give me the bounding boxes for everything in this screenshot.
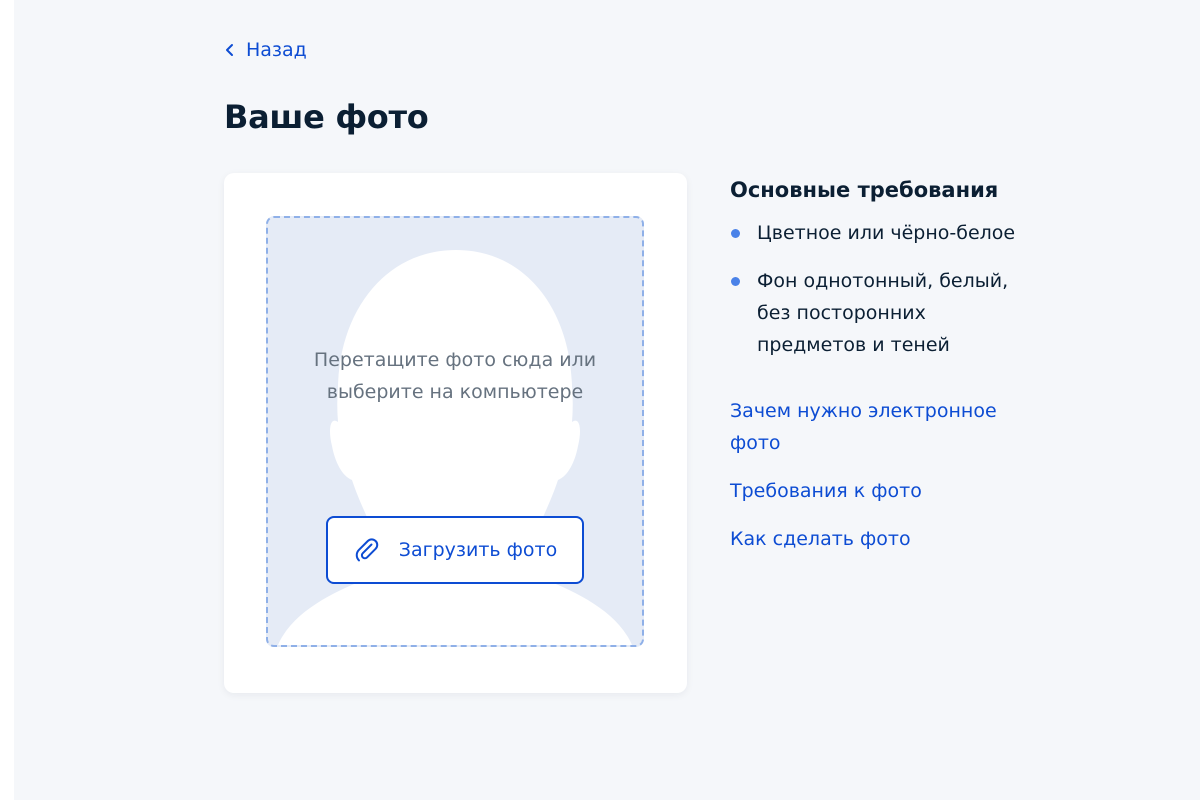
page-title: Ваше фото [224,98,429,136]
dropzone-hint: Перетащите фото сюда или выберите на ком… [268,344,642,408]
dropzone-hint-line-2: выберите на компьютере [326,381,584,403]
paperclip-icon [355,538,379,562]
dropzone-hint-line-1: Перетащите фото сюда или [313,349,597,371]
link-how-to-take-photo[interactable]: Как сделать фото [730,523,1030,555]
requirement-item: Фон однотонный, белый, без посторонних п… [730,265,1027,361]
requirements-list: Цветное или чёрно-белое Фон однотонный, … [730,217,1050,361]
upload-photo-button-label: Загрузить фото [398,539,558,561]
chevron-left-icon [226,44,233,56]
requirement-item-text: Фон однотонный, белый, без посторонних п… [757,270,1009,356]
info-links: Зачем нужно электронное фото Требования … [730,395,1030,571]
back-link-label: Назад [246,39,307,61]
requirements-panel: Основные требования Цветное или чёрно-бе… [730,175,1050,377]
photo-dropzone[interactable]: Перетащите фото сюда или выберите на ком… [266,216,644,647]
back-link[interactable]: Назад [224,37,307,63]
photo-upload-card: Перетащите фото сюда или выберите на ком… [224,173,687,693]
bullet-dot-icon [731,229,740,238]
requirement-item-text: Цветное или чёрно-белое [757,222,1016,244]
upload-photo-button[interactable]: Загрузить фото [326,516,584,584]
link-photo-requirements[interactable]: Требования к фото [730,475,1030,507]
requirement-item: Цветное или чёрно-белое [730,217,1050,249]
bullet-dot-icon [731,277,740,286]
requirements-title: Основные требования [730,178,999,202]
link-why-electronic-photo[interactable]: Зачем нужно электронное фото [730,395,1020,459]
